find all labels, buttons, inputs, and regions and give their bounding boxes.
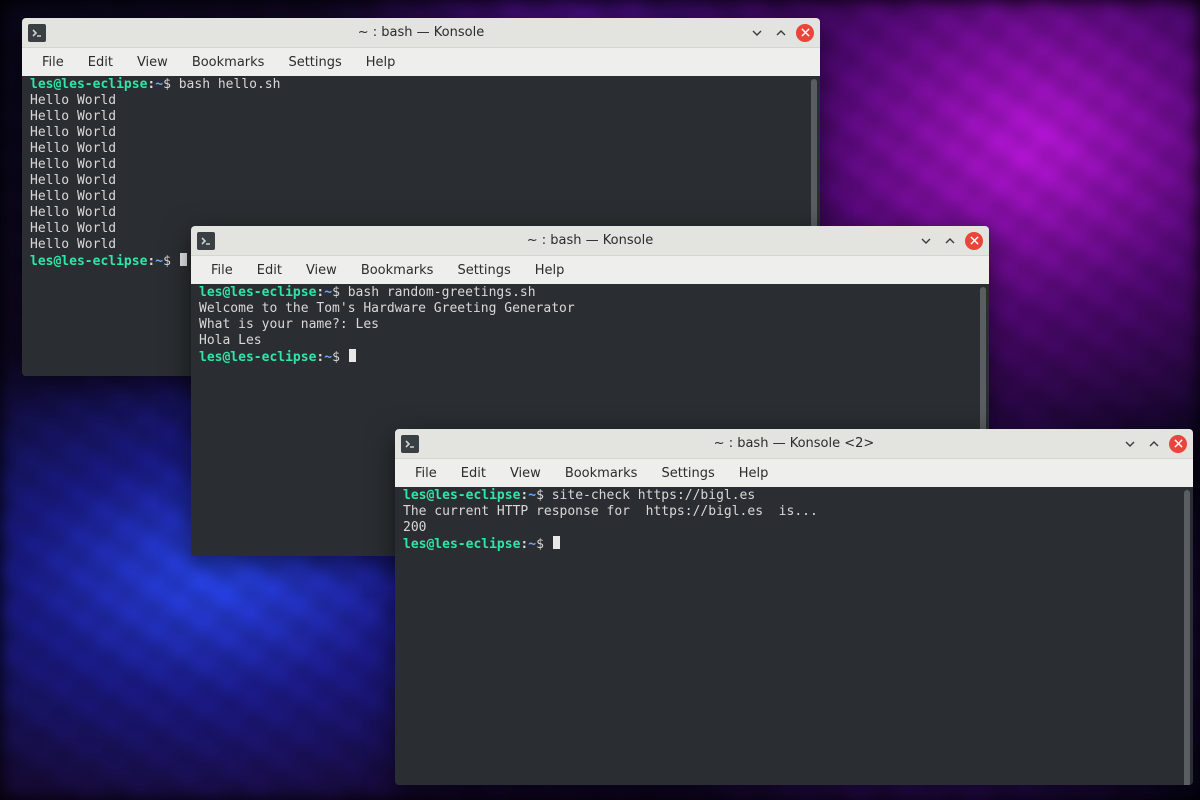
menu-file[interactable]: File xyxy=(30,51,76,74)
menubar: File Edit View Bookmarks Settings Help xyxy=(395,458,1193,487)
terminal-line: Welcome to the Tom's Hardware Greeting G… xyxy=(199,301,981,317)
terminal-line: What is your name?: Les xyxy=(199,317,981,333)
menu-view[interactable]: View xyxy=(498,462,553,485)
terminal-line: Hello World xyxy=(30,141,812,157)
window-title: ~ : bash — Konsole xyxy=(191,233,989,248)
window-title: ~ : bash — Konsole <2> xyxy=(395,436,1193,451)
terminal-line: Hello World xyxy=(30,125,812,141)
titlebar[interactable]: ~ : bash — Konsole xyxy=(22,18,820,47)
menu-edit[interactable]: Edit xyxy=(449,462,498,485)
cursor xyxy=(180,253,187,266)
terminal-line: The current HTTP response for https://bi… xyxy=(403,504,1185,520)
close-button[interactable] xyxy=(796,24,814,42)
terminal-line: les@les-eclipse:~$ site-check https://bi… xyxy=(403,488,1185,504)
minimize-button[interactable] xyxy=(917,232,935,250)
scrollbar-thumb[interactable] xyxy=(1184,490,1190,785)
menu-settings[interactable]: Settings xyxy=(649,462,726,485)
terminal-line: Hello World xyxy=(30,157,812,173)
titlebar[interactable]: ~ : bash — Konsole xyxy=(191,226,989,255)
terminal-line: Hello World xyxy=(30,205,812,221)
terminal-line: Hello World xyxy=(30,173,812,189)
konsole-app-icon xyxy=(401,435,419,453)
konsole-app-icon xyxy=(28,24,46,42)
terminal-line: Hello World xyxy=(30,93,812,109)
close-button[interactable] xyxy=(965,232,983,250)
cursor xyxy=(553,536,560,549)
terminal-viewport[interactable]: les@les-eclipse:~$ site-check https://bi… xyxy=(395,487,1193,785)
terminal-line: Hola Les xyxy=(199,333,981,349)
menu-bookmarks[interactable]: Bookmarks xyxy=(349,259,446,282)
menu-bookmarks[interactable]: Bookmarks xyxy=(180,51,277,74)
menubar: File Edit View Bookmarks Settings Help xyxy=(191,255,989,284)
terminal-line: les@les-eclipse:~$ bash random-greetings… xyxy=(199,285,981,301)
menu-view[interactable]: View xyxy=(125,51,180,74)
window-title: ~ : bash — Konsole xyxy=(22,25,820,40)
menu-edit[interactable]: Edit xyxy=(245,259,294,282)
konsole-window-3[interactable]: ~ : bash — Konsole <2> File Edit View Bo… xyxy=(395,429,1193,785)
maximize-button[interactable] xyxy=(941,232,959,250)
terminal-line: 200 xyxy=(403,520,1185,536)
close-button[interactable] xyxy=(1169,435,1187,453)
menu-help[interactable]: Help xyxy=(727,462,781,485)
titlebar[interactable]: ~ : bash — Konsole <2> xyxy=(395,429,1193,458)
terminal-line: les@les-eclipse:~$ bash hello.sh xyxy=(30,77,812,93)
minimize-button[interactable] xyxy=(1121,435,1139,453)
menu-help[interactable]: Help xyxy=(354,51,408,74)
menu-bookmarks[interactable]: Bookmarks xyxy=(553,462,650,485)
menu-file[interactable]: File xyxy=(199,259,245,282)
terminal-line: Hello World xyxy=(30,189,812,205)
menu-settings[interactable]: Settings xyxy=(276,51,353,74)
menubar: File Edit View Bookmarks Settings Help xyxy=(22,47,820,76)
maximize-button[interactable] xyxy=(772,24,790,42)
terminal-line: les@les-eclipse:~$ xyxy=(403,536,1185,553)
menu-settings[interactable]: Settings xyxy=(445,259,522,282)
maximize-button[interactable] xyxy=(1145,435,1163,453)
cursor xyxy=(349,349,356,362)
konsole-app-icon xyxy=(197,232,215,250)
menu-view[interactable]: View xyxy=(294,259,349,282)
terminal-line: les@les-eclipse:~$ xyxy=(199,349,981,366)
menu-edit[interactable]: Edit xyxy=(76,51,125,74)
terminal-line: Hello World xyxy=(30,109,812,125)
menu-help[interactable]: Help xyxy=(523,259,577,282)
minimize-button[interactable] xyxy=(748,24,766,42)
menu-file[interactable]: File xyxy=(403,462,449,485)
